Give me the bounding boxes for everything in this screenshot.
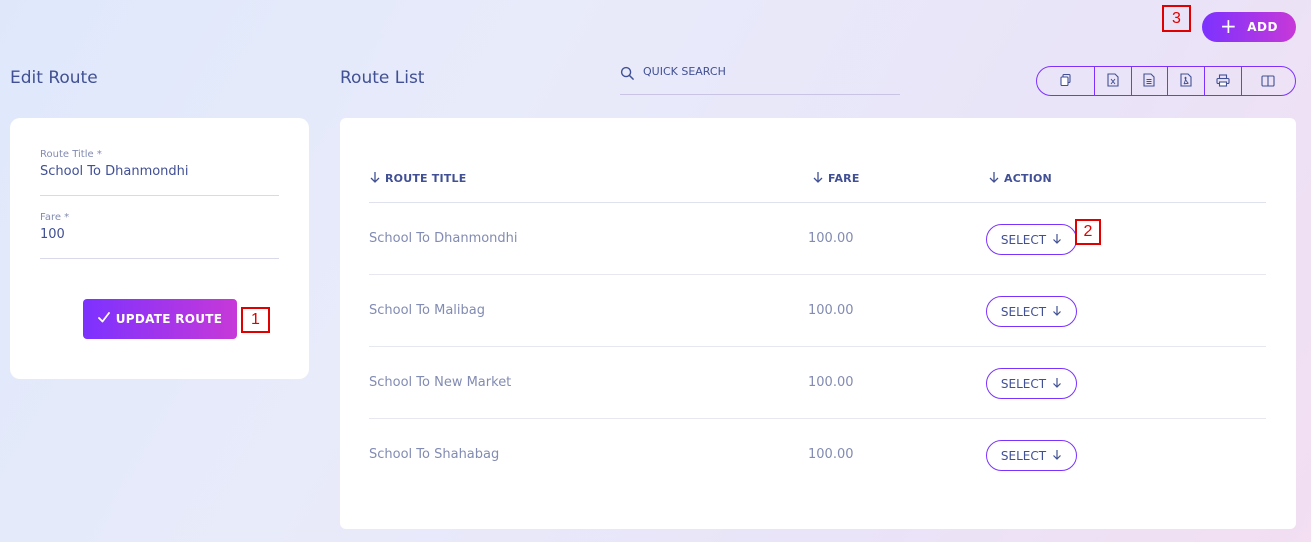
route-title-input[interactable]: School To Dhanmondhi (40, 164, 279, 186)
csv-icon (1143, 72, 1156, 91)
route-title-label: Route Title * (40, 149, 102, 160)
fare-cell: 100.00 (808, 447, 854, 462)
copy-icon (1059, 72, 1073, 91)
excel-icon (1107, 72, 1119, 91)
add-button-label: ADD (1247, 20, 1278, 34)
route-list-card: ROUTE TITLE FARE ACTION School To Dhanmo… (340, 118, 1296, 529)
search-icon (620, 66, 635, 85)
column-label: ACTION (1004, 172, 1052, 185)
select-button[interactable]: SELECT (986, 296, 1077, 327)
columns-button[interactable] (1240, 67, 1295, 95)
fare-cell: 100.00 (808, 231, 854, 246)
column-label: FARE (828, 172, 860, 185)
arrow-down-icon (1052, 305, 1062, 319)
pdf-icon (1180, 72, 1192, 91)
annotation-marker-1: 1 (241, 307, 270, 333)
table-row: School To Dhanmondhi 100.00 SELECT (369, 203, 1266, 275)
table-row: School To Shahabag 100.00 SELECT (369, 419, 1266, 491)
route-title-cell: School To Malibag (369, 303, 485, 318)
arrow-down-icon (1052, 377, 1062, 391)
check-icon (97, 312, 110, 326)
fare-input[interactable]: 100 (40, 227, 279, 249)
table-row: School To New Market 100.00 SELECT (369, 347, 1266, 419)
fare-field[interactable]: Fare * 100 (40, 212, 279, 259)
select-label: SELECT (1000, 304, 1047, 319)
edit-route-card: Route Title * School To Dhanmondhi Fare … (10, 118, 309, 379)
print-icon (1216, 72, 1230, 91)
fare-cell: 100.00 (808, 303, 854, 318)
plus-icon: + (1220, 14, 1238, 38)
print-button[interactable] (1203, 67, 1241, 95)
annotation-marker-3: 3 (1162, 5, 1191, 32)
update-route-label: UPDATE ROUTE (115, 312, 223, 326)
copy-button[interactable] (1037, 67, 1094, 95)
route-title-cell: School To Shahabag (369, 447, 500, 462)
fare-cell: 100.00 (808, 375, 854, 390)
arrow-down-icon (369, 171, 381, 186)
select-button[interactable]: SELECT (986, 224, 1077, 255)
select-button[interactable]: SELECT (986, 440, 1077, 471)
route-list-title: Route List (340, 68, 425, 88)
export-toolbar (1036, 66, 1296, 96)
select-button[interactable]: SELECT (986, 368, 1077, 399)
column-header-route-title[interactable]: ROUTE TITLE (369, 171, 466, 186)
search-input[interactable] (643, 65, 883, 78)
add-button[interactable]: + ADD (1202, 12, 1296, 42)
select-label: SELECT (1000, 232, 1047, 247)
route-title-cell: School To New Market (369, 375, 512, 390)
csv-button[interactable] (1130, 67, 1168, 95)
quick-search (620, 62, 900, 95)
annotation-marker-2: 2 (1075, 219, 1101, 245)
arrow-down-icon (1052, 449, 1062, 463)
select-label: SELECT (1000, 448, 1047, 463)
select-label: SELECT (1000, 376, 1047, 391)
pdf-button[interactable] (1167, 67, 1204, 95)
route-title-cell: School To Dhanmondhi (369, 231, 518, 246)
column-header-fare[interactable]: FARE (812, 171, 860, 186)
edit-route-title: Edit Route (10, 68, 98, 88)
arrow-down-icon (1052, 233, 1062, 247)
column-label: ROUTE TITLE (385, 172, 467, 185)
table-row: School To Malibag 100.00 SELECT (369, 275, 1266, 347)
route-title-field[interactable]: Route Title * School To Dhanmondhi (40, 149, 279, 196)
update-route-button[interactable]: UPDATE ROUTE (83, 299, 237, 339)
columns-icon (1261, 72, 1275, 91)
table-header: ROUTE TITLE FARE ACTION (369, 171, 1266, 203)
column-header-action[interactable]: ACTION (988, 171, 1052, 186)
arrow-down-icon (812, 171, 824, 186)
arrow-down-icon (988, 171, 1000, 186)
fare-label: Fare * (40, 212, 70, 223)
excel-button[interactable] (1094, 67, 1131, 95)
